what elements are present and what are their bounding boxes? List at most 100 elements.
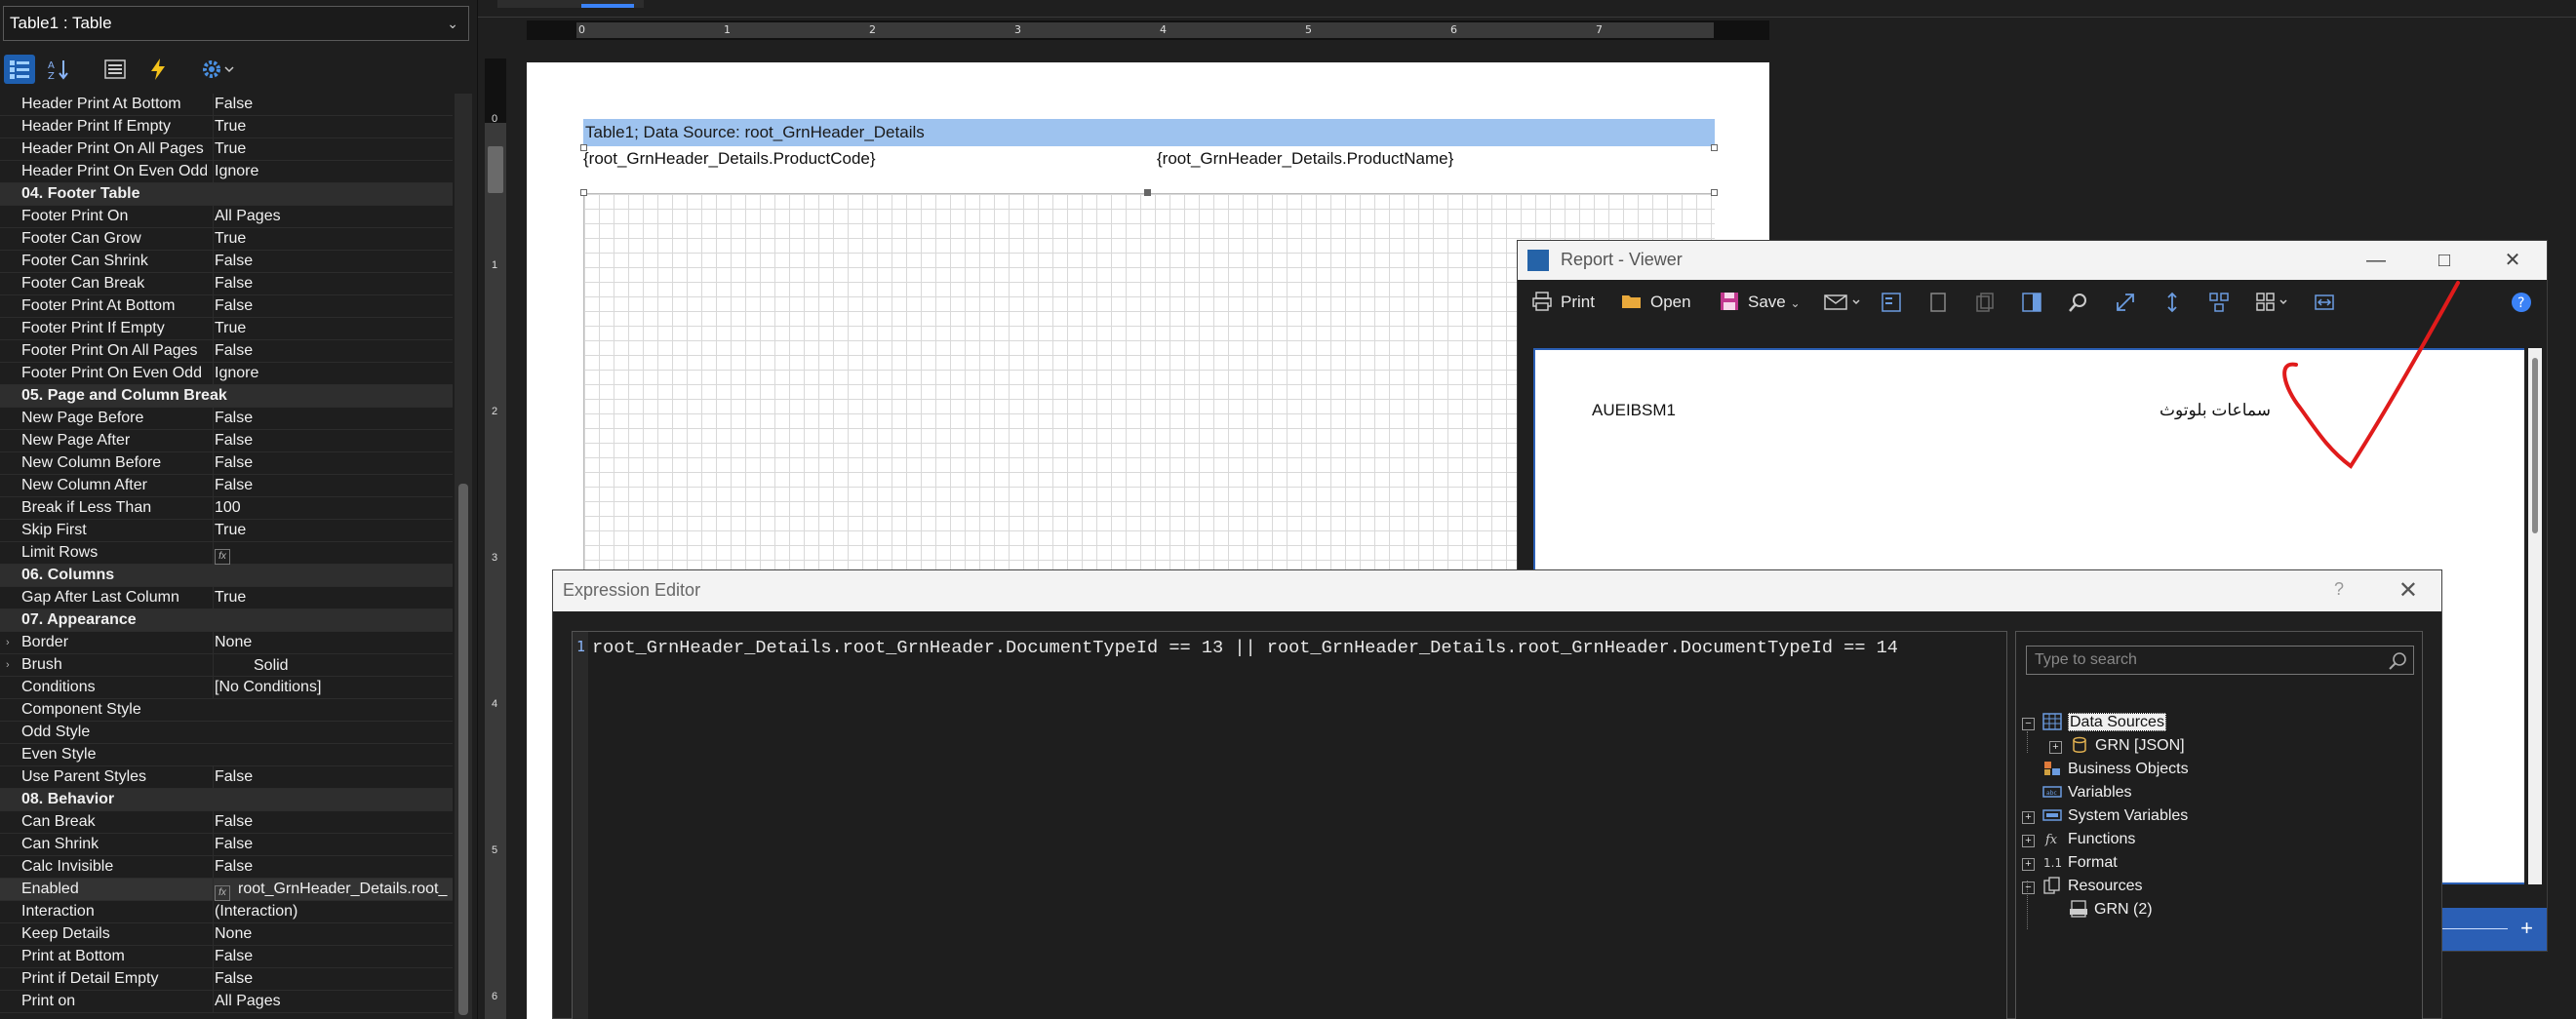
editor-button[interactable] bbox=[2021, 292, 2042, 313]
collapse-icon[interactable]: − bbox=[2022, 718, 2035, 730]
property-row[interactable]: Can Break False bbox=[0, 811, 453, 834]
property-value[interactable]: Ignore bbox=[213, 363, 453, 384]
scrollbar-thumb[interactable] bbox=[458, 484, 468, 1015]
property-value[interactable]: False bbox=[213, 295, 453, 317]
property-value[interactable]: True bbox=[213, 587, 453, 608]
help-button[interactable]: ? bbox=[2334, 579, 2344, 600]
property-value[interactable]: [No Conditions] bbox=[213, 677, 453, 698]
tree-node-grn-json[interactable]: + GRN [JSON] bbox=[2049, 735, 2185, 757]
property-scrollbar[interactable] bbox=[455, 94, 472, 1019]
property-value[interactable]: True bbox=[213, 228, 453, 250]
property-value[interactable]: False bbox=[213, 834, 453, 855]
full-screen-button[interactable] bbox=[2115, 292, 2136, 313]
property-value[interactable]: Ignore bbox=[213, 161, 453, 182]
tree-node-grn-2[interactable]: GRN (2) bbox=[2069, 899, 2153, 921]
property-row[interactable]: Print if Detail Empty False bbox=[0, 968, 453, 991]
table-header-band[interactable]: Table1; Data Source: root_GrnHeader_Deta… bbox=[583, 119, 1715, 146]
tree-search-input[interactable] bbox=[2027, 647, 2378, 674]
tree-node-resources[interactable]: − Resources bbox=[2022, 876, 2142, 897]
property-row[interactable]: Print at Bottom False bbox=[0, 946, 453, 968]
expand-arrow-icon[interactable]: › bbox=[6, 632, 10, 653]
product-code-cell[interactable]: {root_GrnHeader_Details.ProductCode} bbox=[583, 146, 876, 172]
property-value[interactable]: False bbox=[213, 430, 453, 451]
property-value[interactable]: True bbox=[213, 520, 453, 541]
tree-node-format[interactable]: +1.1 Format bbox=[2022, 852, 2118, 874]
property-row[interactable]: New Column Before False bbox=[0, 452, 453, 475]
zoom-in-icon[interactable]: + bbox=[2520, 916, 2533, 941]
property-value[interactable]: fx bbox=[213, 542, 453, 565]
property-category[interactable]: 05. Page and Column Break bbox=[0, 385, 453, 408]
property-value[interactable]: None bbox=[213, 632, 453, 653]
preview-scrollbar[interactable] bbox=[2528, 348, 2542, 884]
property-row[interactable]: Footer Print On All Pages bbox=[0, 206, 453, 228]
property-value[interactable]: True bbox=[213, 138, 453, 160]
property-row[interactable]: Header Print On All Pages True bbox=[0, 138, 453, 161]
expression-text[interactable]: root_GrnHeader_Details.root_GrnHeader.Do… bbox=[592, 638, 1898, 658]
categorized-button[interactable] bbox=[4, 55, 35, 84]
help-button[interactable]: ? bbox=[2511, 292, 2532, 313]
property-value[interactable]: False bbox=[213, 811, 453, 833]
property-value[interactable]: False bbox=[213, 251, 453, 272]
property-value[interactable]: False bbox=[213, 408, 453, 429]
thumbnails-button[interactable] bbox=[1974, 292, 1996, 313]
property-row[interactable]: New Page After False bbox=[0, 430, 453, 452]
designer-tab[interactable] bbox=[497, 0, 644, 8]
property-value[interactable]: False bbox=[213, 856, 453, 878]
bookmarks-button[interactable] bbox=[1881, 292, 1902, 313]
tree-node-system-variables[interactable]: + System Variables bbox=[2022, 805, 2188, 827]
property-value[interactable]: fx root_GrnHeader_Details.root_ bbox=[213, 879, 453, 901]
product-name-cell[interactable]: {root_GrnHeader_Details.ProductName} bbox=[1157, 146, 1453, 172]
property-value[interactable]: True bbox=[213, 318, 453, 339]
property-row[interactable]: Odd Style bbox=[0, 722, 453, 744]
property-value[interactable]: None bbox=[213, 923, 453, 945]
settings-button[interactable] bbox=[197, 55, 240, 84]
expand-icon[interactable]: + bbox=[2022, 835, 2035, 847]
property-row[interactable]: Footer Print If Empty True bbox=[0, 318, 453, 340]
property-value[interactable]: False bbox=[213, 475, 453, 496]
property-value[interactable]: True bbox=[213, 116, 453, 137]
close-button[interactable]: ✕ bbox=[2398, 576, 2418, 605]
property-row[interactable]: Interaction (Interaction) bbox=[0, 901, 453, 923]
property-row[interactable]: Footer Can Break False bbox=[0, 273, 453, 295]
tree-node-business-objects[interactable]: Business Objects bbox=[2042, 759, 2189, 780]
property-value[interactable]: Solid bbox=[213, 654, 453, 677]
resize-handle[interactable] bbox=[580, 189, 587, 196]
property-row[interactable]: New Page Before False bbox=[0, 408, 453, 430]
property-row[interactable]: Footer Print At Bottom False bbox=[0, 295, 453, 318]
expression-editor-titlebar[interactable]: Expression Editor ? ✕ bbox=[553, 570, 2441, 611]
resize-handle[interactable] bbox=[1144, 189, 1151, 196]
property-row[interactable]: Footer Can Shrink False bbox=[0, 251, 453, 273]
events-button[interactable] bbox=[142, 55, 174, 84]
property-row[interactable]: Can Shrink False bbox=[0, 834, 453, 856]
find-button[interactable] bbox=[2068, 292, 2089, 313]
property-value[interactable]: False bbox=[213, 968, 453, 990]
property-row[interactable]: Skip First True bbox=[0, 520, 453, 542]
property-row[interactable]: Footer Print On All Pages False bbox=[0, 340, 453, 363]
property-row[interactable]: Gap After Last Column True bbox=[0, 587, 453, 609]
send-email-button[interactable] bbox=[1824, 292, 1863, 313]
property-value[interactable]: False bbox=[213, 340, 453, 362]
property-row[interactable]: Print on All Pages bbox=[0, 991, 453, 1013]
property-row[interactable]: Even Style bbox=[0, 744, 453, 766]
resize-handle[interactable] bbox=[1711, 189, 1718, 196]
print-button[interactable]: Print bbox=[1531, 290, 1595, 315]
zoom-page-height-button[interactable] bbox=[2161, 292, 2183, 313]
property-row[interactable]: › Brush Solid bbox=[0, 654, 453, 677]
property-value[interactable]: False bbox=[213, 273, 453, 294]
function-icon[interactable]: fx bbox=[215, 549, 230, 565]
property-value[interactable]: All Pages bbox=[213, 206, 453, 227]
vertical-ruler-scroll-thumb[interactable] bbox=[488, 146, 503, 193]
expand-icon[interactable]: + bbox=[2022, 811, 2035, 824]
open-button[interactable]: Open bbox=[1621, 290, 1691, 315]
property-row[interactable]: Footer Can Grow True bbox=[0, 228, 453, 251]
expand-icon[interactable]: + bbox=[2022, 858, 2035, 871]
property-row[interactable]: Break if Less Than 100 bbox=[0, 497, 453, 520]
expand-arrow-icon[interactable]: › bbox=[6, 654, 10, 676]
expression-code-editor[interactable]: 1 root_GrnHeader_Details.root_GrnHeader.… bbox=[572, 631, 2007, 1019]
property-category[interactable]: 08. Behavior bbox=[0, 789, 453, 811]
property-value[interactable]: 100 bbox=[213, 497, 453, 519]
property-row[interactable]: Header Print On Even Odd Ignore bbox=[0, 161, 453, 183]
collapse-icon[interactable]: − bbox=[2022, 882, 2035, 894]
properties-view-button[interactable] bbox=[99, 55, 131, 84]
save-button[interactable]: Save ⌄ bbox=[1719, 290, 1801, 315]
